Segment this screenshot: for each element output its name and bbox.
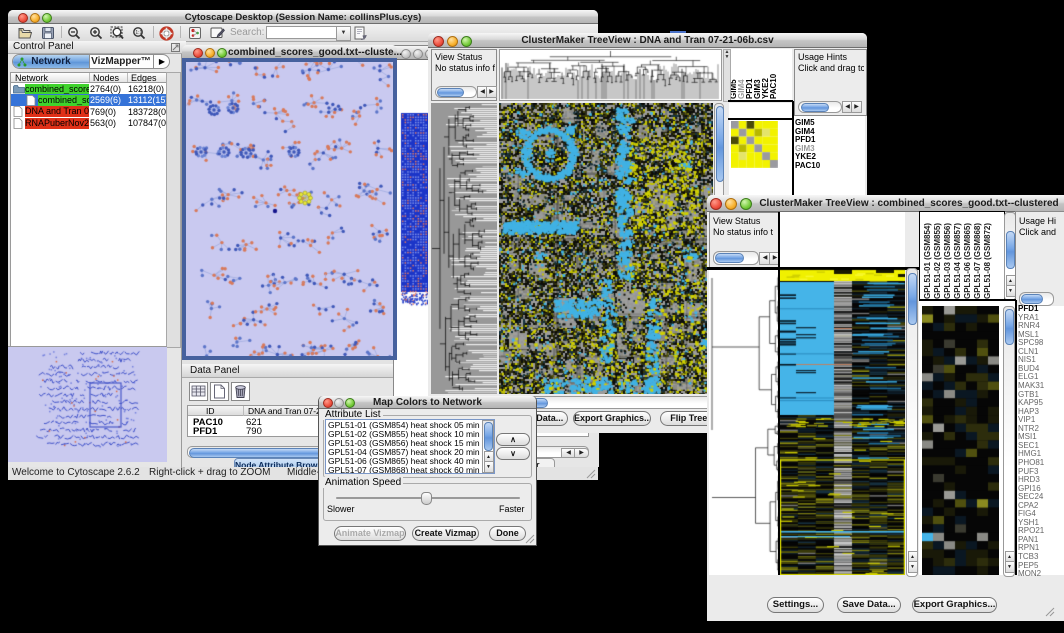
- svg-text:1:1: 1:1: [135, 30, 142, 36]
